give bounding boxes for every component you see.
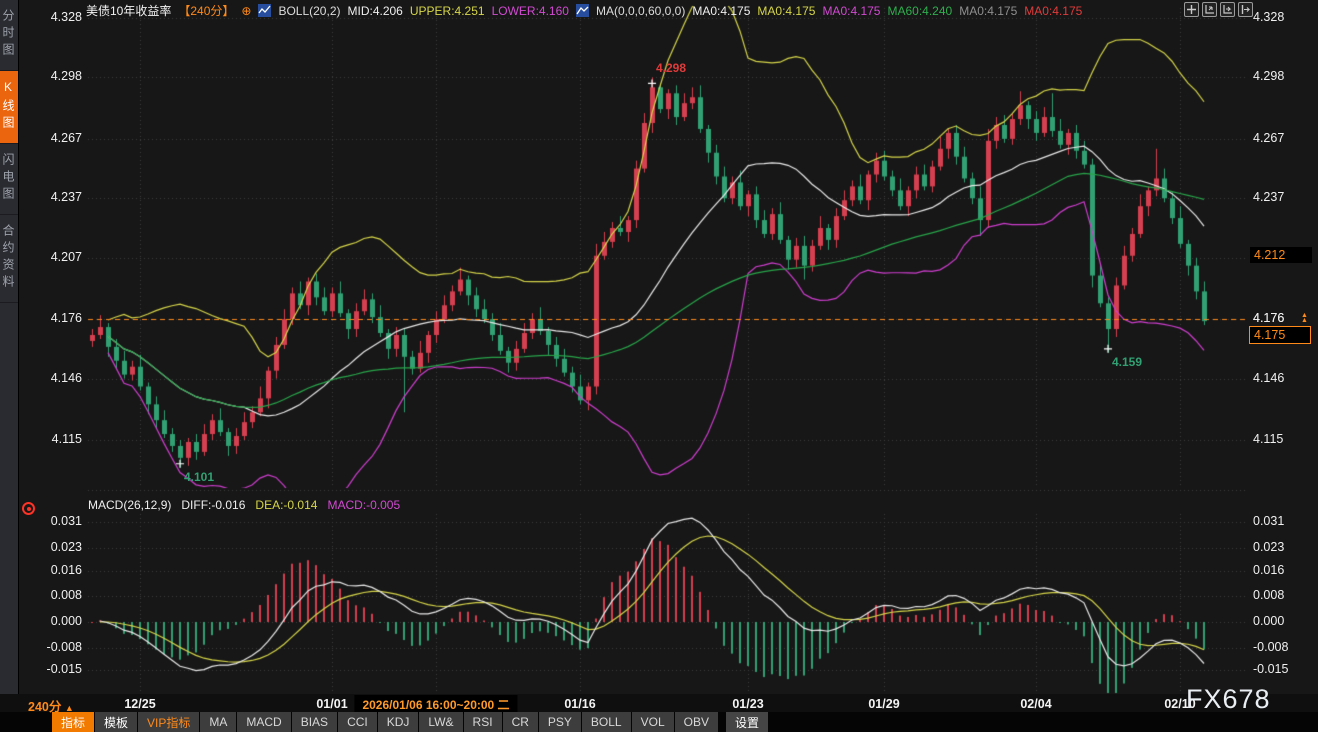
ma-values: MA0:4.175 MA0:4.175 MA0:4.175 MA60:4.240 MA0… bbox=[692, 4, 1082, 18]
y-axis-label-right: 4.115 bbox=[1253, 432, 1315, 446]
boll-mid-value: MID:4.206 bbox=[348, 4, 403, 18]
macd-axis-label-right: 0.000 bbox=[1253, 614, 1315, 628]
x-axis-label: 01/29 bbox=[868, 697, 899, 711]
scale-up-icon[interactable] bbox=[1202, 2, 1217, 17]
price-annotation: 4.298 bbox=[656, 61, 686, 75]
toolbar-button-LW&[interactable]: LW& bbox=[419, 712, 462, 732]
sidebar-tab-2[interactable]: 闪电图 bbox=[0, 144, 18, 215]
macd-panel-icon[interactable] bbox=[22, 502, 35, 515]
toolbar-button-VIP指标[interactable]: VIP指标 bbox=[138, 712, 199, 732]
move-icon[interactable] bbox=[1184, 2, 1199, 17]
x-axis-label: 01/23 bbox=[732, 697, 763, 711]
last-price-marker: 4.175 bbox=[1249, 326, 1311, 344]
toolbar-button-MACD[interactable]: MACD bbox=[237, 712, 290, 732]
watermark: FX678 bbox=[1186, 684, 1271, 715]
ma-value-5: MA0:4.175 bbox=[1024, 4, 1082, 18]
x-axis-label: 01/01 bbox=[316, 697, 347, 711]
macd-dea-value: DEA:-0.014 bbox=[255, 498, 317, 512]
ma-value-4: MA0:4.175 bbox=[959, 4, 1017, 18]
toolbar-button-PSY[interactable]: PSY bbox=[539, 712, 581, 732]
y-axis-label-left: 4.115 bbox=[24, 432, 82, 446]
symbol-title: 美债10年收益率 bbox=[86, 2, 171, 19]
boll-chart-icon bbox=[258, 4, 271, 17]
boll-params: BOLL(20,2) bbox=[278, 4, 340, 18]
indicator-header: 美债10年收益率 【240分】 ⊕ BOLL(20,2) MID:4.206 U… bbox=[86, 2, 1082, 19]
toolbar-button-KDJ[interactable]: KDJ bbox=[378, 712, 419, 732]
toolbar-button-指标[interactable]: 指标 bbox=[52, 712, 94, 732]
chart-app-window: 分时图K线图闪电图合约资料 美债10年收益率 【240分】 ⊕ BOLL(20,… bbox=[0, 0, 1318, 732]
toolbar-button-CCI[interactable]: CCI bbox=[338, 712, 377, 732]
x-axis-label: 02/04 bbox=[1020, 697, 1051, 711]
macd-axis-label-left: 0.000 bbox=[24, 614, 82, 628]
price-annotation: 4.159 bbox=[1112, 355, 1142, 369]
x-axis-label: 12/25 bbox=[124, 697, 155, 711]
ma-value-1: MA0:4.175 bbox=[757, 4, 815, 18]
sidebar-tab-0[interactable]: 分时图 bbox=[0, 0, 18, 71]
line-value-marker: 4.212 bbox=[1250, 247, 1312, 263]
y-axis-label-left: 4.267 bbox=[24, 131, 82, 145]
macd-axis-label-right: -0.008 bbox=[1253, 640, 1315, 654]
toolbar-button-VOL[interactable]: VOL bbox=[632, 712, 674, 732]
ma-params: MA(0,0,0,60,0,0) bbox=[596, 4, 685, 18]
macd-axis-label-left: 0.023 bbox=[24, 540, 82, 554]
toolbar-button-BOLL[interactable]: BOLL bbox=[582, 712, 631, 732]
macd-header: MACD(26,12,9) DIFF:-0.016 DEA:-0.014 MAC… bbox=[88, 498, 400, 512]
macd-axis-label-left: -0.015 bbox=[24, 662, 82, 676]
toolbar-button-BIAS[interactable]: BIAS bbox=[292, 712, 337, 732]
time-axis-row bbox=[0, 694, 1318, 712]
sidebar: 分时图K线图闪电图合约资料 bbox=[0, 0, 19, 694]
period-label: 【240分】 bbox=[178, 2, 234, 19]
y-axis-label-left: 4.207 bbox=[24, 250, 82, 264]
add-indicator-icon[interactable]: ⊕ bbox=[241, 4, 251, 18]
y-axis-label-left: 4.328 bbox=[24, 10, 82, 24]
y-axis-label-right: 4.328 bbox=[1253, 10, 1315, 24]
toolbar-button-MA[interactable]: MA bbox=[200, 712, 236, 732]
boll-upper-value: UPPER:4.251 bbox=[410, 4, 485, 18]
macd-axis-label-left: 0.016 bbox=[24, 563, 82, 577]
ma-chart-icon bbox=[576, 4, 589, 17]
ma-value-0: MA0:4.175 bbox=[692, 4, 750, 18]
macd-axis-label-left: -0.008 bbox=[24, 640, 82, 654]
toolbar-button-CR[interactable]: CR bbox=[503, 712, 538, 732]
y-axis-label-right: 4.237 bbox=[1253, 190, 1315, 204]
macd-axis-label-right: 0.023 bbox=[1253, 540, 1315, 554]
macd-params: MACD(26,12,9) bbox=[88, 498, 171, 512]
chart-window-controls bbox=[1184, 2, 1253, 17]
sidebar-tab-3[interactable]: 合约资料 bbox=[0, 215, 18, 303]
main-chart-canvas[interactable] bbox=[0, 0, 1318, 694]
scale-right-icon[interactable] bbox=[1220, 2, 1235, 17]
double-up-arrow-icon: ▲▲ bbox=[1301, 313, 1308, 323]
x-axis-label: 01/16 bbox=[564, 697, 595, 711]
y-axis-label-right: 4.298 bbox=[1253, 69, 1315, 83]
ma-value-2: MA0:4.175 bbox=[822, 4, 880, 18]
shift-right-icon[interactable] bbox=[1238, 2, 1253, 17]
macd-axis-label-left: 0.031 bbox=[24, 514, 82, 528]
macd-axis-label-right: 0.031 bbox=[1253, 514, 1315, 528]
toolbar-button-RSI[interactable]: RSI bbox=[464, 712, 502, 732]
sidebar-tab-1[interactable]: K线图 bbox=[0, 71, 18, 144]
y-axis-label-left: 4.146 bbox=[24, 371, 82, 385]
y-axis-label-right: 4.146 bbox=[1253, 371, 1315, 385]
indicator-toolbar: 指标模板VIP指标MAMACDBIASCCIKDJLW&RSICRPSYBOLL… bbox=[52, 712, 769, 732]
y-axis-label-left: 4.298 bbox=[24, 69, 82, 83]
y-axis-label-left: 4.237 bbox=[24, 190, 82, 204]
macd-axis-label-left: 0.008 bbox=[24, 588, 82, 602]
boll-lower-value: LOWER:4.160 bbox=[492, 4, 569, 18]
macd-axis-label-right: -0.015 bbox=[1253, 662, 1315, 676]
macd-diff-value: DIFF:-0.016 bbox=[181, 498, 245, 512]
toolbar-button-模板[interactable]: 模板 bbox=[95, 712, 137, 732]
toolbar-button-设置[interactable]: 设置 bbox=[726, 712, 768, 732]
macd-axis-label-right: 0.016 bbox=[1253, 563, 1315, 577]
macd-macd-value: MACD:-0.005 bbox=[327, 498, 400, 512]
toolbar-button-OBV[interactable]: OBV bbox=[675, 712, 718, 732]
macd-axis-label-right: 0.008 bbox=[1253, 588, 1315, 602]
price-annotation: 4.101 bbox=[184, 470, 214, 484]
y-axis-label-right: 4.267 bbox=[1253, 131, 1315, 145]
y-axis-label-left: 4.176 bbox=[24, 311, 82, 325]
ma-value-3: MA60:4.240 bbox=[887, 4, 952, 18]
